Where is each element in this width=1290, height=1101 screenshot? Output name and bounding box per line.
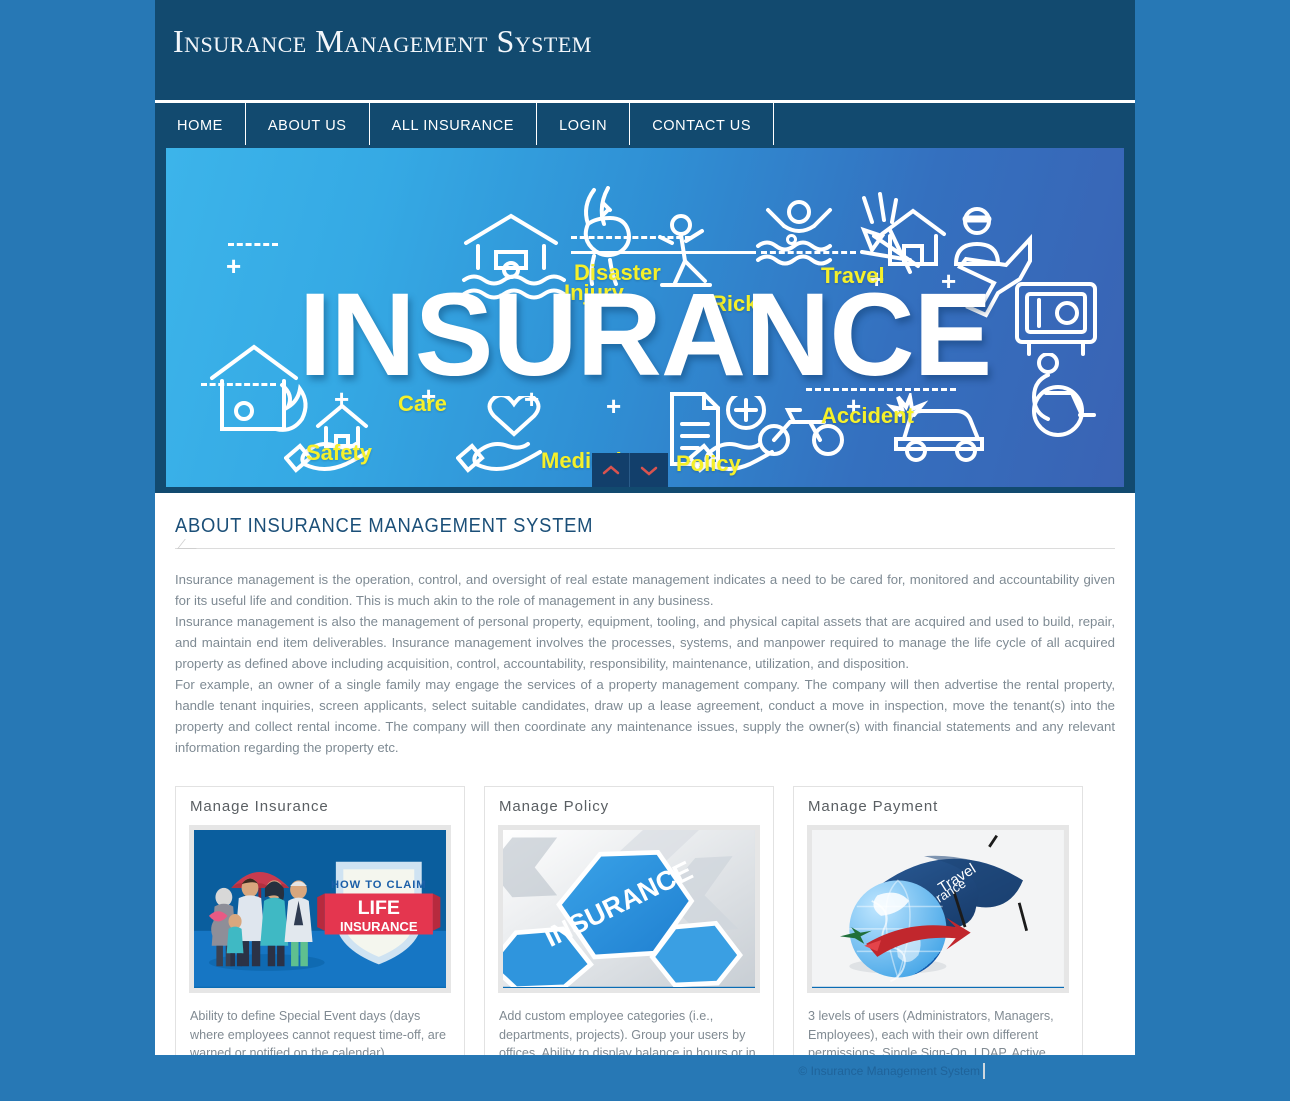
banner-frame: + + + + + + + + Disaster Injury Rick Tra… — [155, 145, 1135, 493]
svg-text:LIFE: LIFE — [358, 897, 400, 919]
nav-item-about-us[interactable]: ABOUT US — [246, 103, 370, 148]
banner-word-safety: Safety — [306, 440, 373, 465]
about-section-heading: ABOUT INSURANCE MANAGEMENT SYSTEM — [175, 515, 594, 537]
plus-decor-1: + — [226, 251, 242, 281]
card-title: Manage Insurance — [190, 798, 329, 815]
nav-list: HOME ABOUT US ALL INSURANCE LOGIN CONTAC… — [155, 103, 1135, 148]
footer-divider — [983, 1063, 985, 1079]
carousel-next-button[interactable] — [630, 453, 668, 487]
heading-divider — [175, 548, 1115, 549]
card-image-frame: HOW TO CLAIM LIFE INSURANCE — [189, 825, 451, 993]
banner-word-accident: Accident — [821, 403, 914, 428]
about-paragraph-1: Insurance management is the operation, c… — [175, 572, 1115, 608]
svg-text:INSURANCE: INSURANCE — [340, 919, 418, 934]
about-paragraph-2: Insurance management is also the managem… — [175, 614, 1115, 671]
card-title: Manage Policy — [499, 798, 610, 815]
card-manage-insurance[interactable]: Manage Insurance HOW TO CLAIM LIFE INSUR… — [175, 786, 465, 1101]
nav-item-home[interactable]: HOME — [155, 103, 246, 148]
carousel-prev-button[interactable] — [592, 453, 630, 487]
hero-banner: + + + + + + + + Disaster Injury Rick Tra… — [166, 148, 1124, 487]
nav-item-login[interactable]: LOGIN — [537, 103, 631, 148]
card-manage-payment[interactable]: Manage Payment Travel Insurance 3 levels… — [793, 786, 1083, 1101]
travel-insurance-umbrella-globe: Travel Insurance — [812, 830, 1064, 987]
life-insurance-family-illustration: HOW TO CLAIM LIFE INSURANCE — [194, 830, 446, 987]
site-title: Insurance Management System — [173, 23, 592, 59]
about-body: Insurance management is the operation, c… — [175, 569, 1115, 758]
site-header: Insurance Management System — [155, 0, 1135, 100]
card-image-frame: Travel Insurance — [807, 825, 1069, 993]
card-manage-policy[interactable]: Manage Policy INSURANCE Add custom emplo… — [484, 786, 774, 1101]
footer-copyright: © Insurance Management System — [798, 1064, 980, 1078]
site-footer: © Insurance Management System — [155, 1055, 1135, 1101]
about-paragraph-3: For example, an owner of a single family… — [175, 677, 1115, 755]
banner-word-policy: Policy — [676, 451, 741, 476]
chevron-up-icon — [602, 464, 619, 474]
svg-text:HOW TO CLAIM: HOW TO CLAIM — [331, 879, 427, 891]
chevron-down-icon — [640, 466, 658, 476]
main-navigation: HOME ABOUT US ALL INSURANCE LOGIN CONTAC… — [155, 100, 1135, 148]
nav-item-contact-us[interactable]: CONTACT US — [630, 103, 775, 148]
main-content-panel: ABOUT INSURANCE MANAGEMENT SYSTEM Insura… — [155, 493, 1135, 1101]
feature-cards: Manage Insurance HOW TO CLAIM LIFE INSUR… — [175, 786, 1115, 1101]
carousel-controls — [592, 453, 668, 487]
insurance-arrows-photo: INSURANCE — [503, 830, 755, 987]
house-icon — [876, 206, 950, 268]
card-image-frame: INSURANCE — [498, 825, 760, 993]
page-root: Insurance Management System HOME ABOUT U… — [0, 0, 1290, 1101]
card-title: Manage Payment — [808, 798, 939, 815]
nav-item-all-insurance[interactable]: ALL INSURANCE — [370, 103, 538, 148]
burglar-icon — [946, 206, 1008, 268]
wheelchair-icon — [1024, 353, 1104, 439]
banner-headline: INSURANCE — [298, 269, 992, 401]
safe-vault-icon — [1011, 278, 1101, 360]
dashed-line-decor-3 — [228, 243, 278, 246]
